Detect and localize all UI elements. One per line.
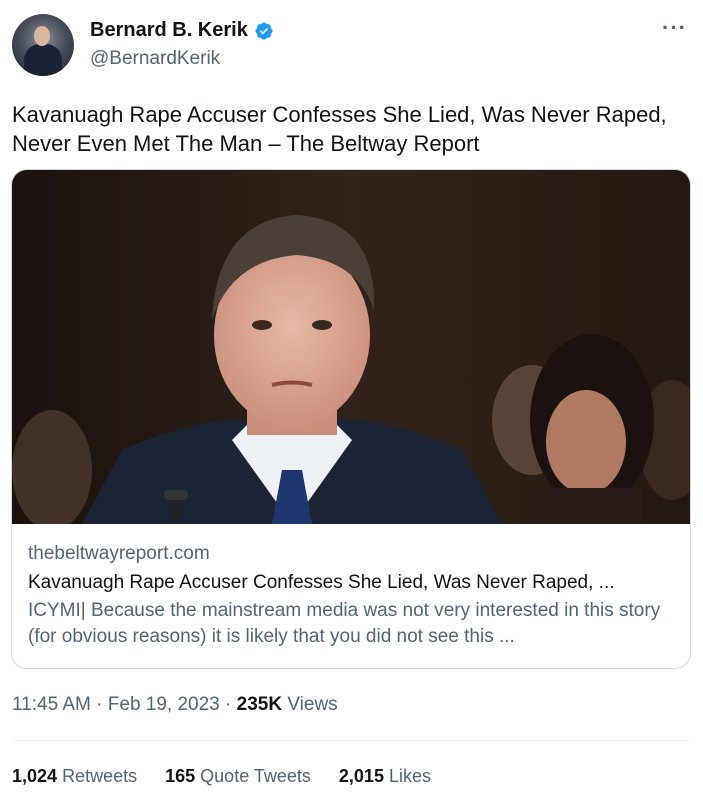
tweet-date[interactable]: Feb 19, 2023 (108, 694, 220, 715)
quote-tweets-stat[interactable]: 165 Quote Tweets (165, 766, 311, 787)
likes-count: 2,015 (338, 766, 384, 786)
retweets-label: Retweets (62, 766, 138, 786)
quote-tweets-label: Quote Tweets (200, 766, 311, 786)
divider (12, 740, 690, 741)
author-name-row[interactable]: Bernard B. Kerik (90, 19, 274, 42)
link-card[interactable]: thebeltwayreport.com Kavanuagh Rape Accu… (11, 169, 691, 669)
tweet-time[interactable]: 11:45 AM (12, 694, 91, 715)
tweet-timestamp: 11:45 AM · Feb 19, 2023 · 235K Views (12, 694, 338, 716)
author-avatar[interactable] (12, 14, 74, 76)
likes-label: Likes (388, 766, 431, 786)
likes-stat[interactable]: 2,015 Likes (339, 766, 431, 787)
author-handle[interactable]: @BernardKerik (90, 48, 220, 70)
link-card-meta[interactable]: thebeltwayreport.com Kavanuagh Rape Accu… (28, 542, 678, 650)
tweet-text: Kavanuagh Rape Accuser Confesses She Lie… (12, 102, 667, 156)
link-card-description: ICYMI| Because the mainstream media was … (28, 600, 661, 647)
timestamp-separator: · (225, 694, 237, 715)
link-card-title[interactable]: Kavanuagh Rape Accuser Confesses She Lie… (28, 570, 678, 596)
verified-badge-icon (255, 21, 273, 40)
avatar-face-shape (34, 26, 50, 46)
more-options-icon[interactable]: ··· (662, 17, 687, 39)
link-card-image[interactable] (12, 170, 690, 524)
retweets-stat[interactable]: 1,024 Retweets (12, 766, 137, 787)
timestamp-separator: · (96, 694, 108, 715)
retweets-count: 1,024 (12, 766, 58, 786)
views-label: Views (287, 694, 338, 715)
avatar-suit-shape (24, 44, 62, 76)
engagement-stats: 1,024 Retweets 165 Quote Tweets 2,015 Li… (12, 766, 431, 787)
link-card-domain[interactable]: thebeltwayreport.com (28, 542, 678, 566)
views-count: 235K (236, 694, 283, 715)
author-name[interactable]: Bernard B. Kerik (90, 19, 248, 42)
quote-tweets-count: 165 (165, 766, 196, 786)
